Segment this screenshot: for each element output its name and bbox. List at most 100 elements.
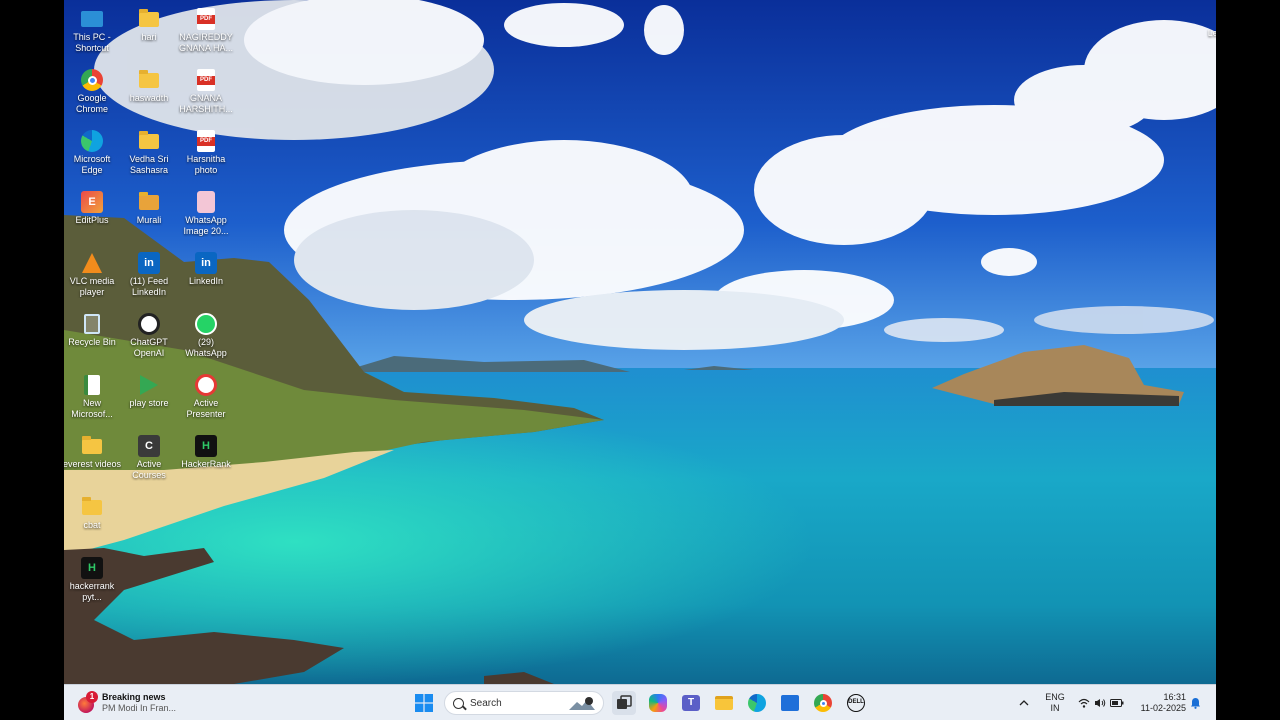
news-widget[interactable]: 1 Breaking news PM Modi In Fran... <box>76 685 176 720</box>
hackerrank-icon: H <box>195 435 217 457</box>
icon-label: (11) Feed LinkedIn <box>129 276 169 297</box>
editplus-icon: E <box>81 191 103 213</box>
notification-bell-icon[interactable] <box>1188 685 1202 720</box>
icon-label: haswadth <box>129 93 169 103</box>
news-icon: 1 <box>76 691 98 713</box>
icon-label: Active Courses <box>132 459 166 480</box>
hackerrank-shortcut[interactable]: H HackerRank <box>176 431 236 489</box>
store-icon[interactable] <box>778 691 802 715</box>
folder-everest-videos[interactable]: everest videos <box>64 431 122 489</box>
pdf-icon <box>195 130 217 152</box>
task-view-icon[interactable] <box>612 691 636 715</box>
region-code: IN <box>1050 703 1060 713</box>
show-hidden-icons-chevron-icon[interactable] <box>1016 685 1032 720</box>
linkedin-shortcut[interactable]: in LinkedIn <box>176 248 236 306</box>
search-placeholder: Search <box>470 697 502 709</box>
vlc-shortcut[interactable]: VLC media player <box>64 248 122 306</box>
icon-label: Google Chrome <box>75 93 108 114</box>
linkedin-feed-shortcut[interactable]: in (11) Feed LinkedIn <box>119 248 179 306</box>
linkedin-icon: in <box>138 252 160 274</box>
icon-label: HackerRank <box>181 459 231 469</box>
icon-label: cbat <box>83 520 101 530</box>
recycle-bin-icon <box>81 313 103 335</box>
folder-haswadth[interactable]: haswadth <box>119 65 179 123</box>
folder-hari[interactable]: hari <box>119 4 179 62</box>
wallpaper-image <box>64 0 1216 684</box>
teams-icon[interactable]: T <box>679 691 703 715</box>
dell-icon[interactable]: DELL <box>844 691 868 715</box>
taskbar-search[interactable]: Search <box>444 691 604 715</box>
google-chrome-shortcut[interactable]: Google Chrome <box>64 65 122 123</box>
edge-icon[interactable] <box>745 691 769 715</box>
whatsapp-shortcut[interactable]: (29) WhatsApp <box>176 309 236 367</box>
volume-icon[interactable] <box>1092 685 1108 720</box>
editplus-shortcut[interactable]: E EditPlus <box>64 187 122 245</box>
icon-label: Active Presenter <box>186 398 226 419</box>
icon-label: play store <box>129 398 169 408</box>
icon-label: Vedha Sri Sashasra <box>129 154 169 175</box>
linkedin-icon: in <box>195 252 217 274</box>
windows-start-icon[interactable] <box>412 691 436 715</box>
whatsapp-image-file[interactable]: WhatsApp Image 20... <box>176 187 236 245</box>
new-microsoft-document[interactable]: New Microsof... <box>64 370 122 428</box>
folder-icon <box>81 496 103 518</box>
battery-icon[interactable] <box>1108 685 1126 720</box>
clock-date: 11-02-2025 <box>1140 703 1186 713</box>
icon-label: Harsnitha photo <box>186 154 226 175</box>
wifi-icon[interactable] <box>1076 685 1092 720</box>
edge-icon <box>81 130 103 152</box>
folder-vedha-sri[interactable]: Vedha Sri Sashasra <box>119 126 179 184</box>
pdf-icon <box>195 69 217 91</box>
whatsapp-icon <box>195 313 217 335</box>
active-presenter-shortcut[interactable]: Active Presenter <box>176 370 236 428</box>
chrome-icon[interactable] <box>811 691 835 715</box>
courses-icon: C <box>138 435 160 457</box>
hackerrank-icon: H <box>81 557 103 579</box>
icon-label: NAGIREDDY GNANA HA... <box>178 32 233 53</box>
taskbar: 1 Breaking news PM Modi In Fran... Searc… <box>64 684 1216 720</box>
folder-icon <box>138 69 160 91</box>
document-icon <box>81 374 103 396</box>
this-pc-shortcut[interactable]: This PC - Shortcut <box>64 4 122 62</box>
microsoft-edge-shortcut[interactable]: Microsoft Edge <box>64 126 122 184</box>
copilot-icon[interactable] <box>646 691 670 715</box>
language-indicator[interactable]: ENG IN <box>1038 685 1072 720</box>
folder-icon <box>81 435 103 457</box>
folder-icon <box>138 130 160 152</box>
pdf-harsnitha-photo[interactable]: Harsnitha photo <box>176 126 236 184</box>
play-store-icon <box>138 374 160 396</box>
icon-label: (29) WhatsApp <box>185 337 227 358</box>
icon-label: Recycle Bin <box>68 337 116 347</box>
file-explorer-icon[interactable] <box>712 691 736 715</box>
pdf-gnana-harshith[interactable]: GNANA HARSHITH... <box>176 65 236 123</box>
pdf-icon <box>195 8 217 30</box>
news-subtitle: PM Modi In Fran... <box>102 703 177 713</box>
pdf-nagireddy[interactable]: NAGIREDDY GNANA HA... <box>176 4 236 62</box>
desktop[interactable]: This PC - Shortcut hari NAGIREDDY GNANA … <box>64 0 1216 684</box>
news-title: Breaking news <box>102 692 166 702</box>
folder-icon <box>138 191 160 213</box>
search-icon <box>453 697 464 709</box>
hackerrank-python-shortcut[interactable]: H hackerrank pyt... <box>64 553 122 611</box>
active-courses-shortcut[interactable]: C Active Courses <box>119 431 179 489</box>
icon-label: ChatGPT OpenAI <box>130 337 168 358</box>
activepresenter-icon <box>195 374 217 396</box>
search-highlight-icon <box>569 697 595 710</box>
icon-label: hackerrank pyt... <box>69 581 115 602</box>
learn-about-picture[interactable]: Learn about this picture <box>1204 8 1216 50</box>
play-store-shortcut[interactable]: play store <box>119 370 179 428</box>
icon-label: This PC - Shortcut <box>73 32 111 53</box>
chatgpt-shortcut[interactable]: ChatGPT OpenAI <box>119 309 179 367</box>
icon-label: VLC media player <box>69 276 115 297</box>
icon-label: Microsoft Edge <box>73 154 111 175</box>
icon-label: EditPlus <box>75 215 109 225</box>
chrome-icon <box>81 69 103 91</box>
folder-murali[interactable]: Murali <box>119 187 179 245</box>
folder-icon <box>138 8 160 30</box>
recycle-bin[interactable]: Recycle Bin <box>64 309 122 367</box>
folder-cbat[interactable]: cbat <box>64 492 122 550</box>
icon-label: WhatsApp Image 20... <box>183 215 229 236</box>
image-icon <box>195 191 217 213</box>
notification-badge: 1 <box>86 691 98 703</box>
clock[interactable]: 16:31 11-02-2025 <box>1132 685 1186 720</box>
